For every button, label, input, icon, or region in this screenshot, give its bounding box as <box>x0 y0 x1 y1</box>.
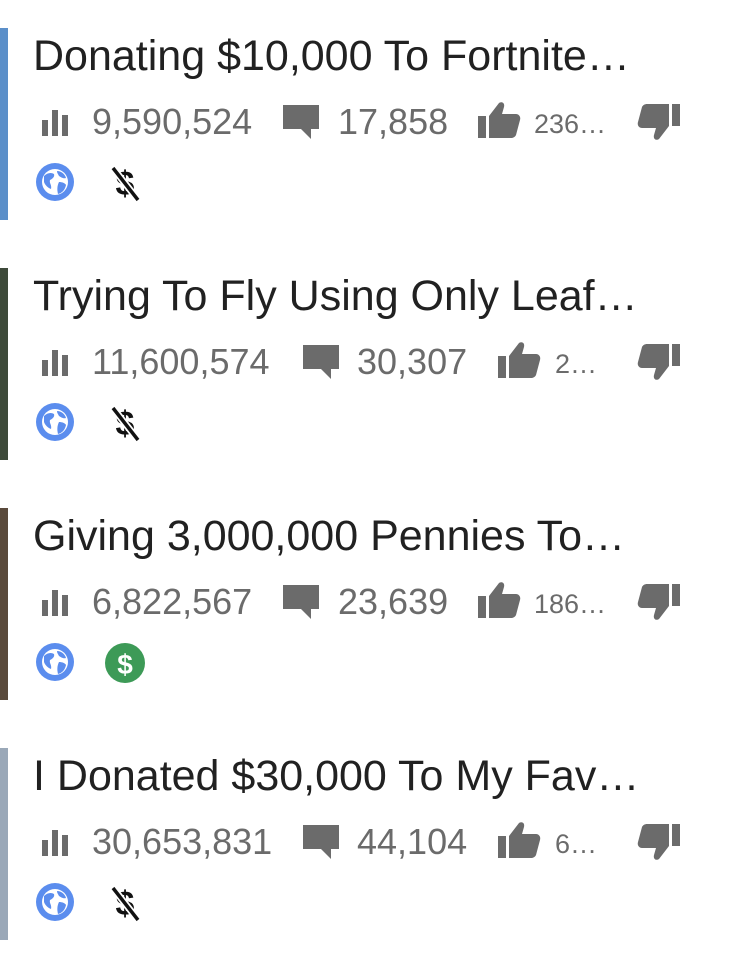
comment-icon <box>300 822 342 867</box>
globe-icon[interactable] <box>35 402 75 442</box>
comment-icon <box>280 102 322 147</box>
video-stats: 11,600,574 30,307 2… <box>0 330 741 390</box>
video-title[interactable]: Trying To Fly Using Only Leaf… <box>33 268 733 324</box>
globe-icon[interactable] <box>35 882 75 922</box>
views-icon <box>38 104 72 143</box>
view-count: 30,653,831 <box>92 821 273 862</box>
video-item[interactable]: Donating $10,000 To Fortnite… 9,590,524 17… <box>0 0 741 240</box>
video-status-icons: $ <box>0 160 300 208</box>
thumbs-up-icon <box>496 340 542 385</box>
comment-icon <box>280 582 322 627</box>
thumbs-down-icon <box>636 582 682 627</box>
video-stats: 9,590,524 17,858 236… <box>0 90 741 150</box>
video-status-icons: $ <box>0 640 300 688</box>
video-stats: 6,822,567 23,639 186… <box>0 570 741 630</box>
comment-count: 17,858 <box>338 101 449 142</box>
thumbs-up-icon <box>476 100 522 145</box>
video-item[interactable]: Giving 3,000,000 Pennies To… 6,822,567 23,… <box>0 480 741 720</box>
globe-icon[interactable] <box>35 642 75 682</box>
comment-count: 23,639 <box>338 581 449 622</box>
thumbs-down-icon <box>636 342 682 387</box>
video-item[interactable]: Trying To Fly Using Only Leaf… 11,600,574… <box>0 240 741 480</box>
video-title[interactable]: Donating $10,000 To Fortnite… <box>33 28 733 84</box>
thumbs-up-icon <box>496 820 542 865</box>
view-count: 11,600,574 <box>92 341 270 382</box>
view-count: 6,822,567 <box>92 581 253 622</box>
views-icon <box>38 584 72 623</box>
svg-text:$: $ <box>117 649 133 680</box>
thumbs-down-icon <box>636 822 682 867</box>
globe-icon[interactable] <box>35 162 75 202</box>
video-status-icons: $ <box>0 400 300 448</box>
video-title[interactable]: I Donated $30,000 To My Fav… <box>33 748 733 804</box>
video-stats: 30,653,831 44,104 6… <box>0 810 741 870</box>
like-count: 2… <box>555 349 598 379</box>
views-icon <box>38 344 72 383</box>
thumbs-up-icon <box>476 580 522 625</box>
dollar-icon[interactable]: $ <box>104 642 146 684</box>
view-count: 9,590,524 <box>92 101 253 142</box>
dollar-off-icon[interactable]: $ <box>104 162 146 204</box>
thumbs-down-icon <box>636 102 682 147</box>
dollar-off-icon[interactable]: $ <box>104 882 146 924</box>
dollar-off-icon[interactable]: $ <box>104 402 146 444</box>
comment-count: 30,307 <box>357 341 468 382</box>
comment-icon <box>300 342 342 387</box>
comment-count: 44,104 <box>357 821 468 862</box>
like-count: 236… <box>534 109 607 139</box>
like-count: 186… <box>534 589 607 619</box>
video-status-icons: $ <box>0 880 300 928</box>
video-item[interactable]: I Donated $30,000 To My Fav… 30,653,831 44… <box>0 720 741 960</box>
video-title[interactable]: Giving 3,000,000 Pennies To… <box>33 508 733 564</box>
like-count: 6… <box>555 829 598 859</box>
views-icon <box>38 824 72 863</box>
